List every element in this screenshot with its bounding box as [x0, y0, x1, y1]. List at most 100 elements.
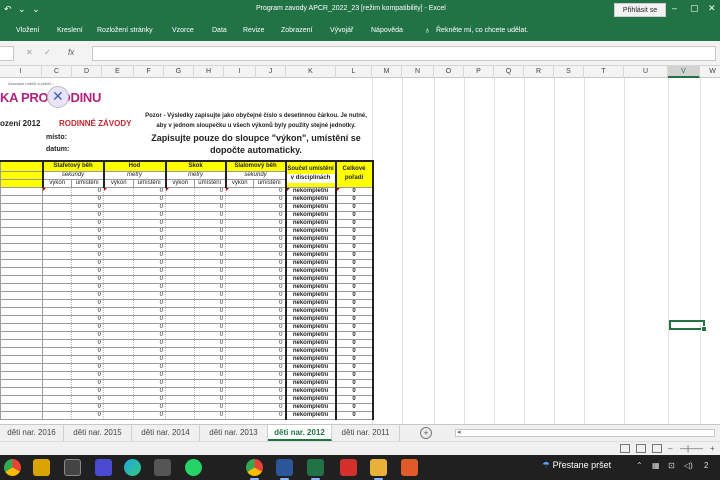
umisteni-cell[interactable]: 0	[71, 314, 104, 324]
vykon-cell[interactable]	[42, 274, 72, 284]
umisteni-cell[interactable]: 0	[71, 322, 104, 332]
sheet-tab-2011[interactable]: děti nar. 2011	[332, 425, 400, 441]
name-cell[interactable]	[0, 258, 43, 268]
formula-input[interactable]	[92, 46, 716, 61]
vykon-cell[interactable]	[225, 322, 254, 332]
umisteni-cell[interactable]: 0	[133, 346, 166, 356]
vykon-cell[interactable]	[42, 234, 72, 244]
tab-napoveda[interactable]: Nápověda	[371, 27, 403, 34]
umisteni-cell[interactable]: 0	[133, 218, 166, 228]
column-header-h[interactable]: H	[194, 66, 224, 78]
column-header-i[interactable]: I	[224, 66, 256, 78]
sum-status-cell[interactable]: nekompletní	[284, 386, 336, 396]
name-cell[interactable]	[0, 266, 43, 276]
umisteni-cell[interactable]: 0	[71, 402, 104, 412]
umisteni-cell[interactable]: 0	[253, 362, 286, 372]
vykon-cell[interactable]	[103, 354, 134, 364]
umisteni-cell[interactable]: 0	[194, 274, 226, 284]
whatsapp-icon[interactable]	[185, 459, 202, 476]
vykon-cell[interactable]	[42, 362, 72, 372]
column-header-n[interactable]: N	[402, 66, 434, 78]
umisteni-cell[interactable]: 0	[194, 362, 226, 372]
vykon-cell[interactable]	[225, 298, 254, 308]
vykon-cell[interactable]	[225, 362, 254, 372]
vykon-cell[interactable]	[42, 218, 72, 228]
vykon-cell[interactable]	[42, 330, 72, 340]
overall-rank-cell[interactable]: 0	[334, 362, 374, 372]
vykon-cell[interactable]	[103, 346, 134, 356]
sum-status-cell[interactable]: nekompletní	[284, 266, 336, 276]
sum-status-cell[interactable]: nekompletní	[284, 242, 336, 252]
vykon-cell[interactable]	[103, 274, 134, 284]
sum-status-cell[interactable]: nekompletní	[284, 210, 336, 220]
umisteni-cell[interactable]: 0	[194, 226, 226, 236]
sum-status-cell[interactable]: nekompletní	[284, 402, 336, 412]
vykon-cell[interactable]	[225, 266, 254, 276]
umisteni-cell[interactable]: 0	[253, 314, 286, 324]
normal-view-icon[interactable]	[620, 444, 630, 453]
minimize-button[interactable]: –	[672, 3, 677, 13]
sum-status-cell[interactable]: nekompletní	[284, 314, 336, 324]
vykon-cell[interactable]	[42, 338, 72, 348]
vykon-cell[interactable]	[165, 242, 195, 252]
overall-rank-cell[interactable]: 0	[334, 402, 374, 412]
chrome-running-icon[interactable]	[246, 459, 263, 480]
vykon-cell[interactable]	[165, 298, 195, 308]
sum-status-cell[interactable]: nekompletní	[284, 250, 336, 260]
vykon-cell[interactable]	[225, 394, 254, 404]
vykon-cell[interactable]	[103, 258, 134, 268]
vykon-cell[interactable]	[42, 354, 72, 364]
overall-header[interactable]: Celkové pořadí	[334, 160, 374, 188]
umisteni-cell[interactable]: 0	[133, 322, 166, 332]
vykon-cell[interactable]	[165, 250, 195, 260]
acrobat-icon[interactable]	[340, 459, 357, 476]
umisteni-cell[interactable]: 0	[253, 402, 286, 412]
vykon-cell[interactable]	[225, 218, 254, 228]
umisteni-cell[interactable]: 0	[133, 338, 166, 348]
vykon-cell[interactable]	[42, 186, 72, 196]
sum-status-cell[interactable]: nekompletní	[284, 306, 336, 316]
sum-status-cell[interactable]: nekompletní	[284, 186, 336, 196]
tray-expand-icon[interactable]: ⌃	[636, 461, 643, 470]
umisteni-cell[interactable]: 0	[253, 282, 286, 292]
umisteni-cell[interactable]: 0	[71, 202, 104, 212]
column-header-u[interactable]: U	[624, 66, 668, 78]
column-header-e[interactable]: E	[102, 66, 134, 78]
umisteni-cell[interactable]: 0	[253, 298, 286, 308]
vykon-cell[interactable]	[165, 306, 195, 316]
sum-status-cell[interactable]: nekompletní	[284, 298, 336, 308]
name-cell[interactable]	[0, 274, 43, 284]
vykon-cell[interactable]	[42, 202, 72, 212]
sum-status-cell[interactable]: nekompletní	[284, 362, 336, 372]
umisteni-cell[interactable]: 0	[71, 186, 104, 196]
tell-me-search[interactable]: Řekněte mi, co chcete udělat.	[436, 27, 528, 34]
vykon-cell[interactable]	[165, 354, 195, 364]
vykon-cell[interactable]	[42, 210, 72, 220]
umisteni-cell[interactable]: 0	[194, 186, 226, 196]
column-header-s[interactable]: S	[554, 66, 584, 78]
sum-status-cell[interactable]: nekompletní	[284, 354, 336, 364]
umisteni-cell[interactable]: 0	[253, 346, 286, 356]
umisteni-cell[interactable]: 0	[133, 314, 166, 324]
vykon-cell[interactable]	[165, 322, 195, 332]
sum-status-cell[interactable]: nekompletní	[284, 410, 336, 420]
umisteni-cell[interactable]: 0	[194, 354, 226, 364]
umisteni-cell[interactable]: 0	[133, 234, 166, 244]
umisteni-cell[interactable]: 0	[133, 410, 166, 420]
zoom-slider[interactable]: —|——	[680, 444, 703, 453]
umisteni-cell[interactable]: 0	[133, 386, 166, 396]
umisteni-cell[interactable]: 0	[253, 250, 286, 260]
vykon-cell[interactable]	[225, 258, 254, 268]
umisteni-cell[interactable]: 0	[253, 258, 286, 268]
vykon-cell[interactable]	[103, 186, 134, 196]
name-cell[interactable]	[0, 410, 43, 420]
overall-rank-cell[interactable]: 0	[334, 226, 374, 236]
clock[interactable]: 2	[704, 461, 708, 470]
vykon-cell[interactable]	[225, 306, 254, 316]
vykon-cell[interactable]	[225, 202, 254, 212]
vykon-cell[interactable]	[165, 202, 195, 212]
umisteni-cell[interactable]: 0	[133, 354, 166, 364]
sheet-tab-2012[interactable]: děti nar. 2012	[268, 425, 332, 441]
umisteni-cell[interactable]: 0	[194, 282, 226, 292]
page-layout-icon[interactable]	[636, 444, 646, 453]
